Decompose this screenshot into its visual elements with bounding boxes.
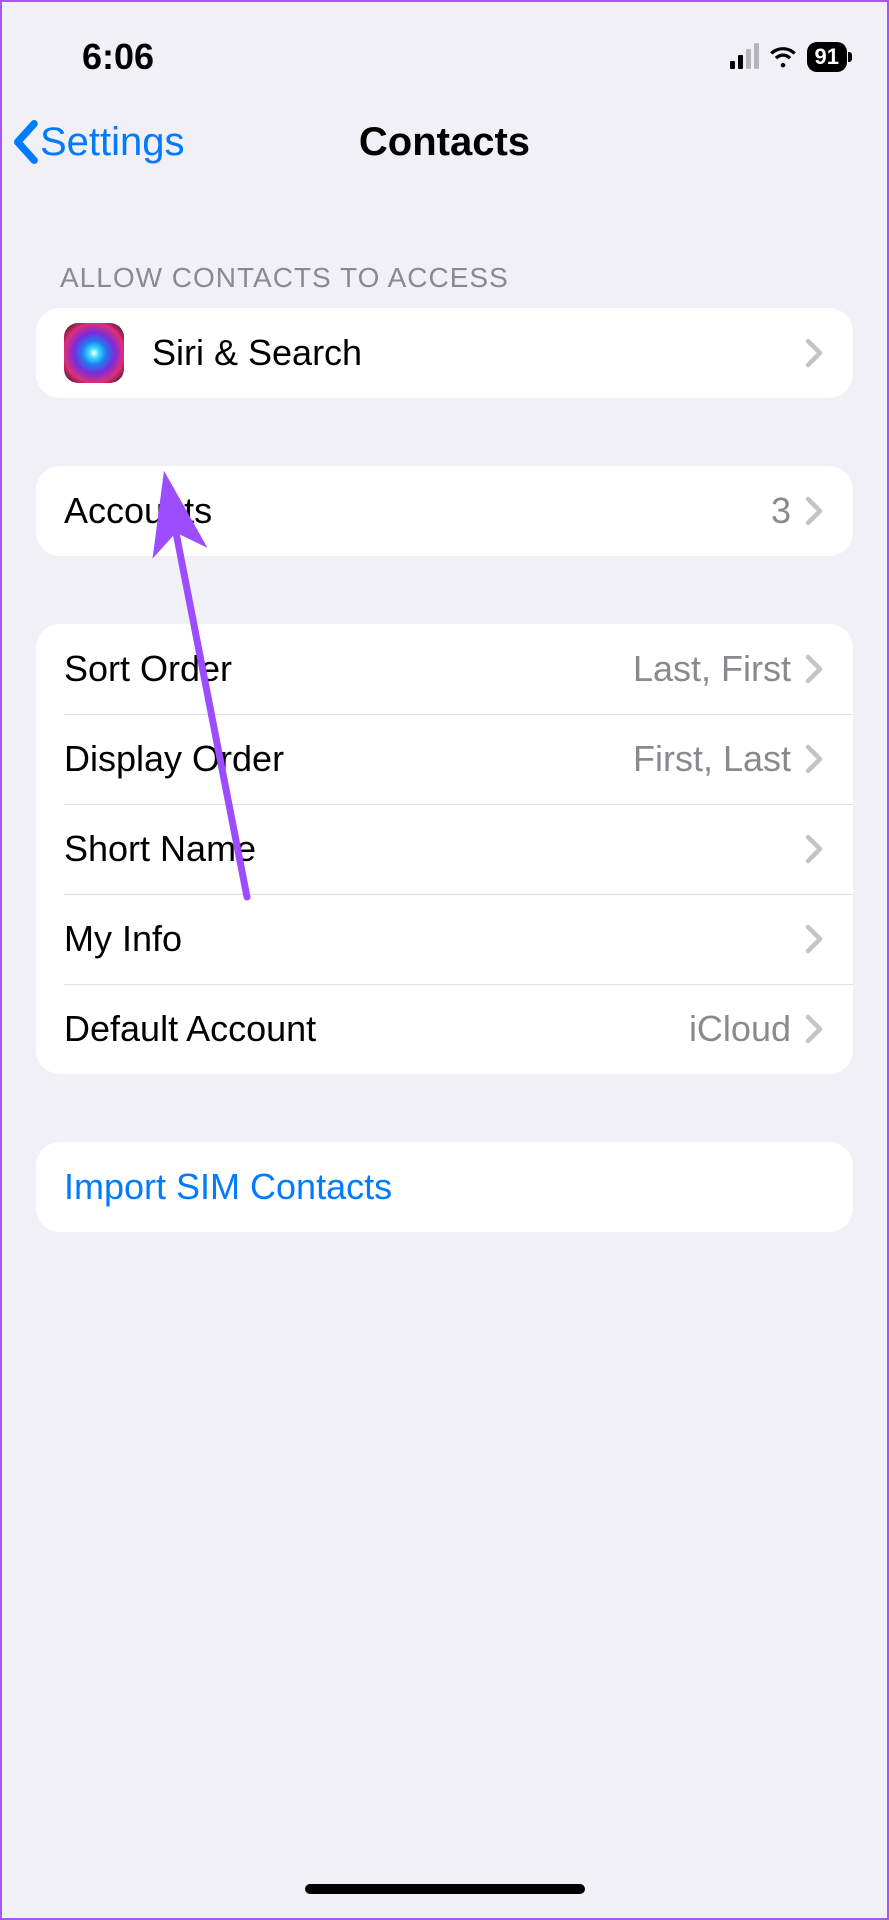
back-button[interactable]: Settings — [12, 120, 185, 165]
battery-level: 91 — [815, 44, 839, 70]
row-import-sim[interactable]: Import SIM Contacts — [36, 1142, 853, 1232]
chevron-right-icon — [805, 924, 823, 954]
group-accounts: Accounts 3 — [36, 466, 853, 556]
nav-header: Settings Contacts — [2, 92, 887, 192]
row-label: Sort Order — [64, 648, 633, 690]
row-short-name[interactable]: Short Name — [36, 804, 853, 894]
row-default-account[interactable]: Default Account iCloud — [36, 984, 853, 1074]
row-value: First, Last — [633, 738, 791, 780]
row-label: Siri & Search — [152, 332, 805, 374]
status-bar: 6:06 91 — [2, 2, 887, 92]
wifi-icon — [769, 46, 797, 68]
siri-icon — [64, 323, 124, 383]
row-my-info[interactable]: My Info — [36, 894, 853, 984]
section-header-allow: ALLOW CONTACTS TO ACCESS — [2, 192, 887, 308]
row-sort-order[interactable]: Sort Order Last, First — [36, 624, 853, 714]
chevron-right-icon — [805, 654, 823, 684]
row-label: Short Name — [64, 828, 805, 870]
row-siri-search[interactable]: Siri & Search — [36, 308, 853, 398]
chevron-right-icon — [805, 496, 823, 526]
row-label: Default Account — [64, 1008, 689, 1050]
row-value: iCloud — [689, 1008, 791, 1050]
group-import: Import SIM Contacts — [36, 1142, 853, 1232]
back-label: Settings — [40, 120, 185, 165]
row-label: Accounts — [64, 490, 771, 532]
battery-indicator: 91 — [807, 42, 847, 72]
row-value: Last, First — [633, 648, 791, 690]
chevron-right-icon — [805, 338, 823, 368]
home-indicator[interactable] — [305, 1884, 585, 1894]
row-label: My Info — [64, 918, 805, 960]
row-label: Display Order — [64, 738, 633, 780]
row-value: 3 — [771, 490, 791, 532]
chevron-right-icon — [805, 834, 823, 864]
group-allow-access: Siri & Search — [36, 308, 853, 398]
row-accounts[interactable]: Accounts 3 — [36, 466, 853, 556]
row-label: Import SIM Contacts — [64, 1166, 823, 1208]
contacts-settings-screen: 6:06 91 Settings Contacts ALLOW CONTACTS… — [0, 0, 889, 1920]
chevron-right-icon — [805, 744, 823, 774]
status-right: 91 — [730, 42, 847, 72]
chevron-left-icon — [12, 120, 38, 164]
group-settings: Sort Order Last, First Display Order Fir… — [36, 624, 853, 1074]
row-display-order[interactable]: Display Order First, Last — [36, 714, 853, 804]
status-time: 6:06 — [82, 36, 154, 78]
chevron-right-icon — [805, 1014, 823, 1044]
cellular-signal-icon — [730, 45, 759, 69]
